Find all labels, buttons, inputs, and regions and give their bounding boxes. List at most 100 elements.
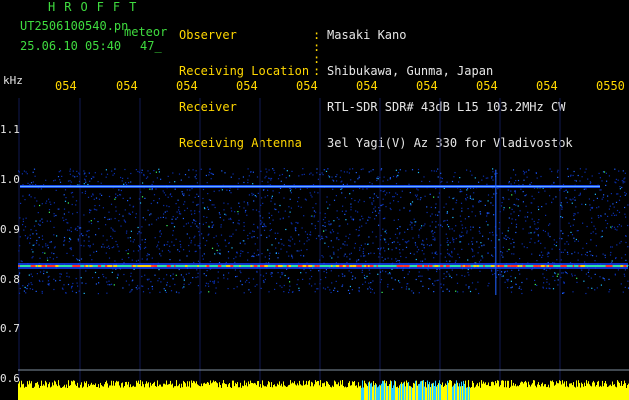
- noise-dot: [535, 172, 537, 174]
- noise-dot: [491, 196, 493, 198]
- noise-dot: [159, 230, 161, 232]
- level-bar: [297, 383, 298, 400]
- noise-dot: [171, 222, 173, 224]
- noise-dot: [489, 232, 491, 234]
- noise-dot: [588, 275, 590, 277]
- noise-dot: [471, 198, 473, 200]
- noise-dot: [66, 272, 68, 274]
- level-bar: [394, 380, 395, 400]
- noise-dot: [409, 252, 412, 254]
- level-bar: [553, 382, 554, 400]
- noise-dot: [311, 275, 313, 278]
- noise-dot: [449, 260, 451, 262]
- noise-dot: [141, 196, 144, 198]
- noise-dot: [289, 211, 291, 213]
- noise-dot: [49, 241, 51, 243]
- noise-dot: [47, 259, 49, 261]
- level-bar: [331, 387, 332, 400]
- level-bar: [327, 381, 328, 400]
- noise-dot: [114, 230, 116, 232]
- noise-dot: [263, 281, 265, 283]
- level-bar: [349, 381, 350, 400]
- noise-dot: [166, 284, 168, 286]
- noise-dot: [196, 182, 198, 184]
- noise-dot: [384, 258, 386, 260]
- y-tick: 1.1: [0, 123, 20, 136]
- noise-dot: [429, 278, 431, 280]
- noise-dot: [591, 221, 593, 223]
- noise-dot: [181, 191, 183, 193]
- noise-dot: [45, 245, 47, 247]
- noise-dot: [567, 243, 570, 245]
- level-bar: [156, 386, 157, 400]
- noise-dot: [557, 176, 559, 178]
- noise-dot: [387, 283, 389, 286]
- noise-dot: [358, 234, 360, 236]
- noise-dot: [262, 217, 264, 219]
- level-bar: [115, 382, 116, 400]
- signal-hot-spot: [356, 265, 359, 267]
- signal-hot-spot: [97, 265, 102, 267]
- noise-dot: [53, 253, 55, 255]
- noise-dot: [200, 291, 202, 293]
- noise-dot: [590, 254, 592, 256]
- noise-dot: [55, 280, 57, 282]
- level-bar: [60, 387, 61, 400]
- level-bar: [357, 387, 358, 400]
- noise-dot: [507, 189, 509, 191]
- noise-dot: [543, 277, 545, 279]
- noise-dot: [196, 269, 198, 271]
- noise-dot: [262, 202, 264, 204]
- noise-dot: [264, 278, 266, 281]
- noise-dot: [451, 228, 453, 230]
- noise-dot: [355, 229, 357, 231]
- noise-dot: [52, 258, 54, 260]
- noise-dot: [486, 183, 488, 185]
- noise-dot: [446, 249, 449, 251]
- level-bar: [521, 381, 522, 400]
- noise-dot: [624, 286, 626, 288]
- noise-dot: [411, 226, 413, 228]
- noise-dot: [19, 245, 21, 247]
- noise-dot: [575, 206, 577, 208]
- level-bar: [168, 384, 169, 400]
- level-bar: [519, 385, 520, 400]
- noise-dot: [459, 191, 461, 193]
- level-bar: [361, 387, 362, 400]
- noise-dot: [76, 211, 78, 214]
- noise-dot: [434, 231, 436, 233]
- noise-dot: [549, 168, 551, 170]
- noise-dot: [396, 175, 398, 177]
- noise-dot: [268, 212, 270, 214]
- noise-dot: [389, 272, 391, 274]
- noise-dot: [271, 272, 273, 274]
- noise-dot: [259, 215, 261, 217]
- noise-dot: [63, 213, 65, 215]
- noise-dot: [169, 285, 171, 287]
- noise-dot: [438, 211, 440, 213]
- noise-dot: [227, 257, 230, 259]
- noise-dot: [377, 248, 379, 250]
- level-bar: [224, 383, 225, 400]
- noise-dot: [349, 285, 351, 288]
- noise-dot: [616, 229, 618, 231]
- noise-dot: [358, 177, 360, 179]
- noise-dot: [481, 179, 483, 181]
- noise-dot: [270, 179, 272, 181]
- signal-hot-spot: [350, 265, 353, 267]
- noise-dot: [323, 270, 325, 273]
- level-bar: [543, 386, 544, 400]
- signal-hot-spot: [185, 265, 188, 267]
- level-bar: [143, 384, 144, 400]
- noise-dot: [177, 249, 179, 251]
- noise-dot: [329, 289, 331, 291]
- signal-hot-spot: [217, 265, 222, 267]
- noise-dot: [330, 240, 332, 242]
- level-bar: [622, 386, 623, 400]
- noise-dot: [77, 285, 79, 287]
- noise-dot: [613, 226, 616, 228]
- noise-dot: [77, 259, 79, 261]
- noise-dot: [615, 201, 618, 203]
- level-bar: [489, 386, 490, 400]
- noise-dot: [380, 190, 382, 192]
